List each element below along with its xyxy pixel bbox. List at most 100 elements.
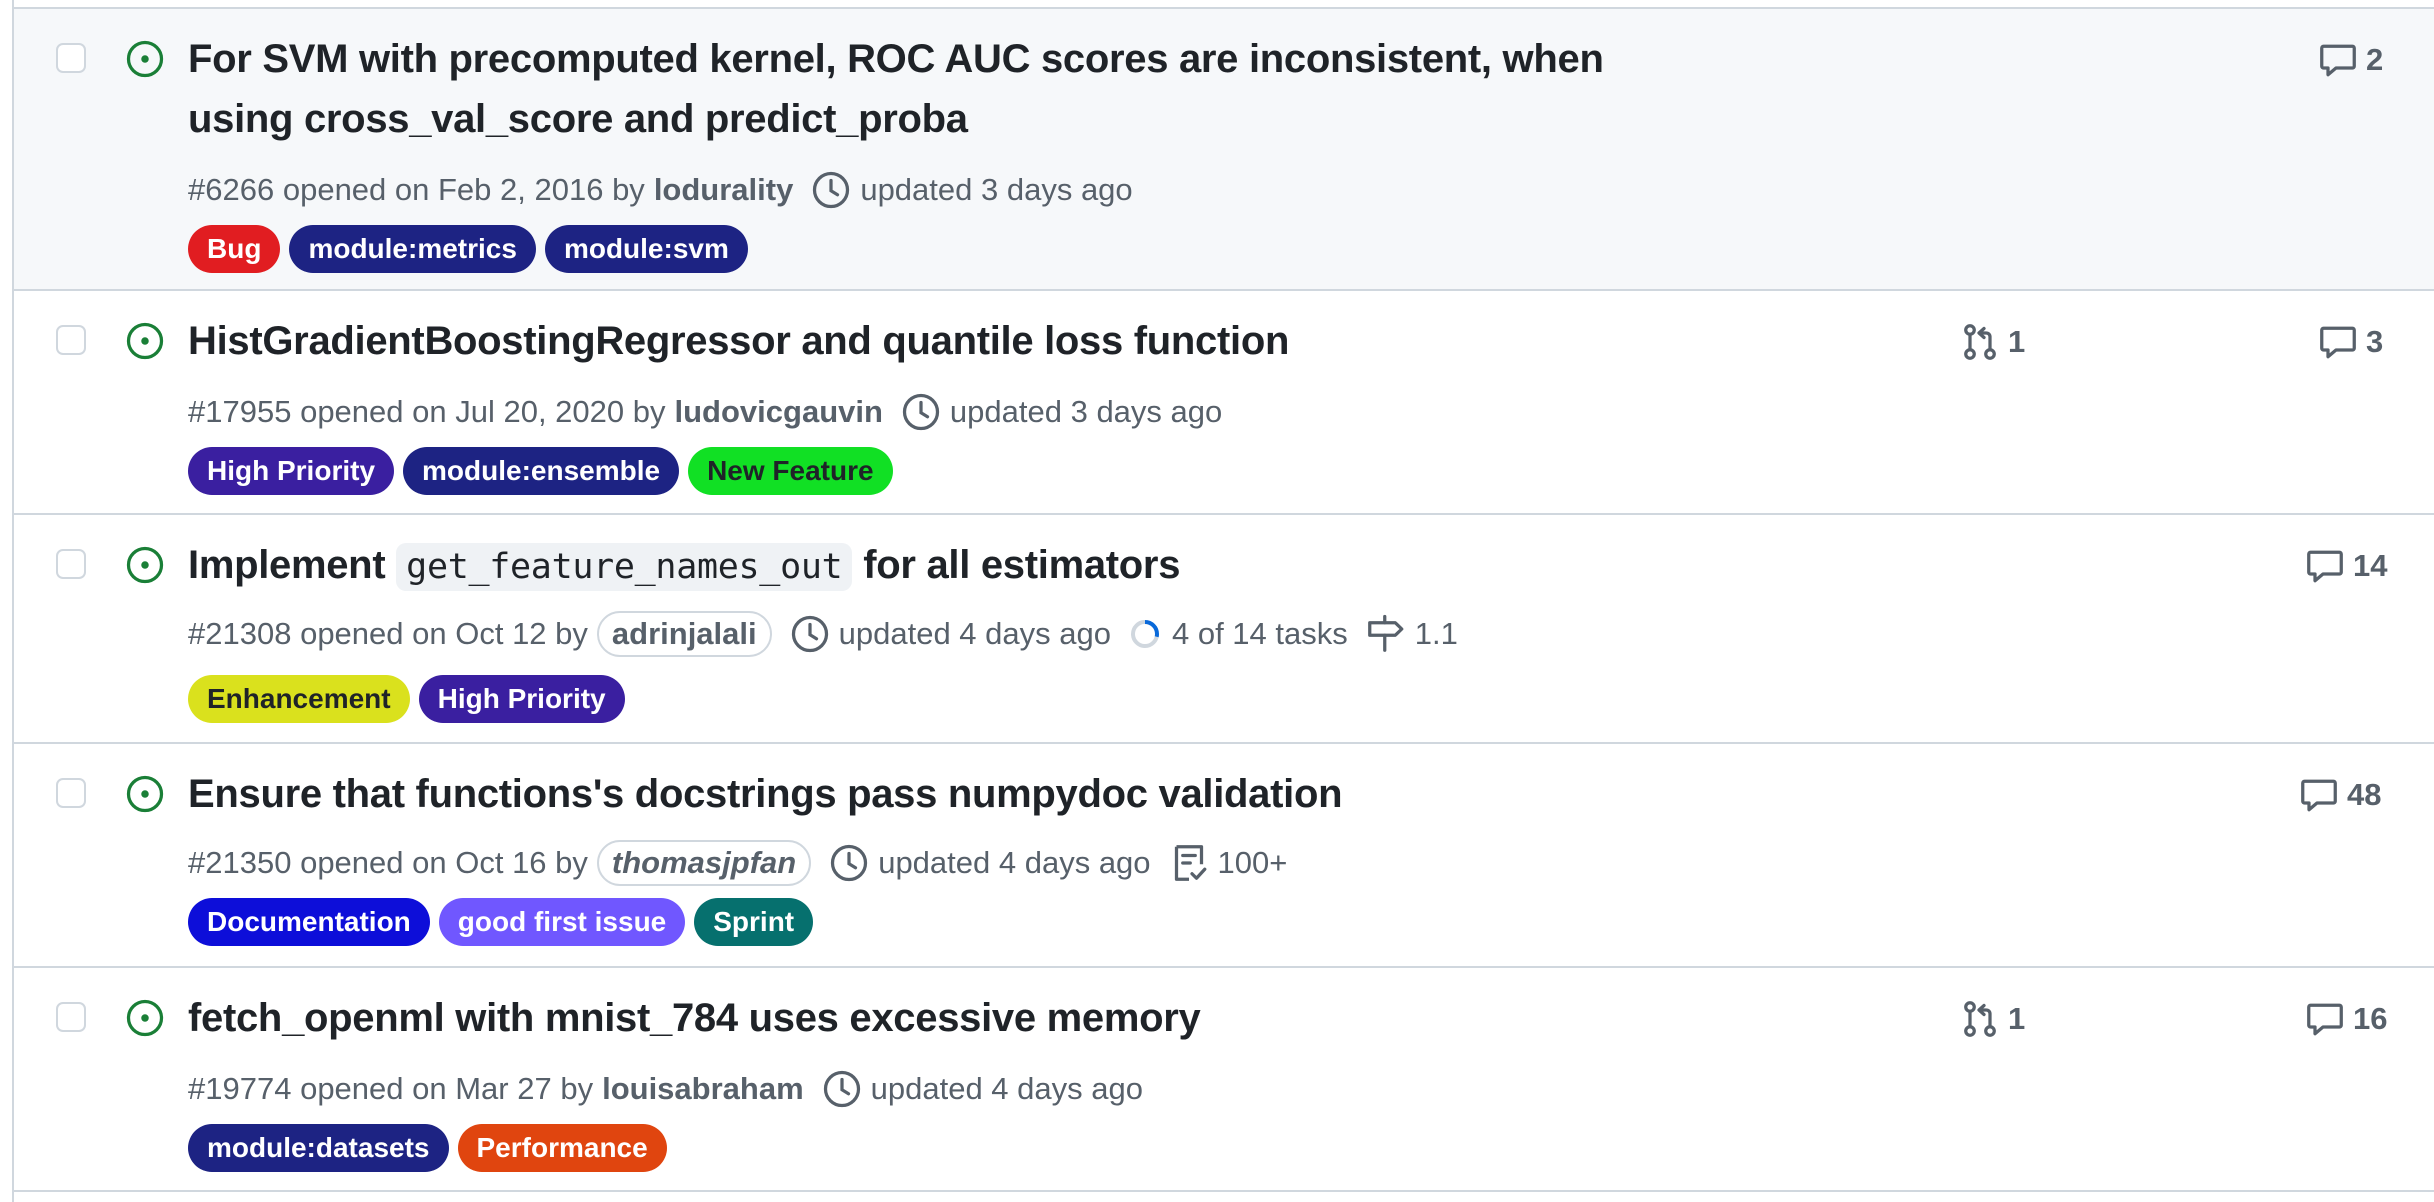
label-list: High Priority module:ensemble New Featur… (188, 447, 893, 495)
updated-text: updated 4 days ago (838, 616, 1111, 651)
task-progress[interactable]: 4 of 14 tasks (1129, 616, 1348, 652)
issue-row[interactable]: Ensure that functions's docstrings pass … (14, 744, 2434, 968)
comment-count: 2 (2366, 42, 2384, 77)
comments-link[interactable]: 2 (2318, 40, 2383, 80)
title-text: for all estimators (863, 543, 1181, 587)
select-checkbox[interactable] (56, 325, 86, 355)
task-count: 4 of 14 tasks (1171, 616, 1348, 651)
label-high-priority[interactable]: High Priority (188, 447, 395, 495)
updated-info: updated 4 days ago (822, 1069, 1143, 1109)
label-module-ensemble[interactable]: module:ensemble (403, 447, 680, 495)
issue-number: #6266 (188, 172, 275, 207)
issue-meta: #17955 opened on Jul 20, 2020 by ludovic… (188, 389, 1222, 435)
clock-icon (790, 614, 830, 654)
opened-text: opened on Oct 16 by (300, 845, 588, 880)
issue-title-link[interactable]: fetch_openml with mnist_784 uses excessi… (188, 988, 1708, 1048)
label-list: module:datasets Performance (188, 1124, 667, 1172)
issue-number: #19774 (188, 1071, 292, 1106)
opened-text: opened on Feb 2, 2016 by (282, 172, 645, 207)
issue-opened-icon (125, 545, 165, 585)
tracked-count: 100+ (1217, 845, 1288, 880)
tracked-issues-icon (1169, 843, 1209, 883)
opened-text: opened on Oct 12 by (300, 616, 588, 651)
select-checkbox[interactable] (56, 778, 86, 808)
issue-row[interactable]: For SVM with precomputed kernel, ROC AUC… (14, 7, 2434, 291)
title-text: Implement (188, 543, 386, 587)
author-link[interactable]: thomasjpfan (596, 840, 812, 886)
author-link[interactable]: adrinjalali (596, 611, 772, 657)
updated-info: updated 3 days ago (811, 170, 1133, 210)
updated-text: updated 4 days ago (870, 1071, 1143, 1106)
comment-count: 48 (2347, 777, 2382, 812)
label-good-first-issue[interactable]: good first issue (438, 898, 686, 946)
pull-request-icon (1960, 322, 2000, 362)
label-sprint[interactable]: Sprint (694, 898, 814, 946)
linked-pr-link[interactable]: 1 (1960, 999, 2025, 1039)
label-module-metrics[interactable]: module:metrics (289, 225, 536, 273)
issue-opened-icon (125, 321, 165, 361)
updated-info: updated 3 days ago (901, 392, 1222, 432)
clock-icon (901, 392, 941, 432)
comment-icon (2318, 322, 2358, 362)
pull-request-icon (1960, 999, 2000, 1039)
label-module-datasets[interactable]: module:datasets (188, 1124, 449, 1172)
comment-icon (2305, 546, 2345, 586)
comment-icon (2305, 999, 2345, 1039)
comment-count: 16 (2353, 1001, 2388, 1036)
opened-text: opened on Jul 20, 2020 by (300, 394, 666, 429)
issue-meta: #21308 opened on Oct 12 by adrinjalali u… (188, 611, 1458, 657)
label-list: Enhancement High Priority (188, 675, 625, 723)
comments-link[interactable]: 3 (2318, 322, 2383, 362)
issue-row[interactable]: Implement get_feature_names_out for all … (14, 515, 2434, 744)
linked-pr-count: 1 (2008, 324, 2026, 359)
issue-title-link[interactable]: Implement get_feature_names_out for all … (188, 535, 1708, 597)
select-checkbox[interactable] (56, 43, 86, 73)
progress-ring-icon (1130, 620, 1159, 648)
author-link[interactable]: lodurality (654, 172, 794, 208)
label-list: Documentation good first issue Sprint (188, 898, 814, 946)
issue-number: #21350 (188, 845, 292, 880)
issue-opened-icon (125, 774, 165, 814)
tracked-issues-link[interactable]: 100+ (1169, 843, 1288, 883)
comments-link[interactable]: 48 (2299, 775, 2381, 815)
label-documentation[interactable]: Documentation (188, 898, 430, 946)
milestone-icon (1366, 614, 1406, 654)
label-enhancement[interactable]: Enhancement (188, 675, 410, 723)
issue-meta: #21350 opened on Oct 16 by thomasjpfan u… (188, 840, 1287, 886)
issue-meta: #6266 opened on Feb 2, 2016 by loduralit… (188, 167, 1133, 213)
issue-meta: #19774 opened on Mar 27 by louisabraham … (188, 1066, 1143, 1112)
issue-title-link[interactable]: Ensure that functions's docstrings pass … (188, 764, 1708, 824)
comment-count: 14 (2353, 548, 2388, 583)
issue-opened-icon (125, 39, 165, 79)
label-performance[interactable]: Performance (457, 1124, 667, 1172)
comment-count: 3 (2366, 324, 2384, 359)
issue-row[interactable]: fetch_openml with mnist_784 uses excessi… (14, 968, 2434, 1192)
comments-link[interactable]: 14 (2305, 546, 2387, 586)
issue-title-link[interactable]: HistGradientBoostingRegressor and quanti… (188, 311, 1708, 371)
opened-text: opened on Mar 27 by (300, 1071, 594, 1106)
issue-title-link[interactable]: For SVM with precomputed kernel, ROC AUC… (188, 29, 1708, 149)
author-link[interactable]: louisabraham (602, 1071, 804, 1107)
milestone-link[interactable]: 1.1 (1366, 614, 1458, 654)
comment-icon (2299, 775, 2339, 815)
label-new-feature[interactable]: New Feature (688, 447, 893, 495)
select-checkbox[interactable] (56, 549, 86, 579)
comment-icon (2318, 40, 2358, 80)
comments-link[interactable]: 16 (2305, 999, 2387, 1039)
issue-row[interactable]: HistGradientBoostingRegressor and quanti… (14, 291, 2434, 515)
issue-list: For SVM with precomputed kernel, ROC AUC… (12, 0, 2434, 1202)
author-link[interactable]: ludovicgauvin (675, 394, 883, 430)
issue-number: #17955 (188, 394, 292, 429)
updated-text: updated 4 days ago (878, 845, 1151, 880)
label-high-priority[interactable]: High Priority (418, 675, 625, 723)
linked-pr-count: 1 (2008, 1001, 2026, 1036)
label-bug[interactable]: Bug (188, 225, 281, 273)
label-module-svm[interactable]: module:svm (544, 225, 748, 273)
clock-icon (829, 843, 869, 883)
issue-opened-icon (125, 998, 165, 1038)
updated-text: updated 3 days ago (949, 394, 1223, 429)
title-code: get_feature_names_out (396, 543, 853, 591)
select-checkbox[interactable] (56, 1002, 86, 1032)
updated-info: updated 4 days ago (829, 843, 1151, 883)
linked-pr-link[interactable]: 1 (1960, 322, 2025, 362)
